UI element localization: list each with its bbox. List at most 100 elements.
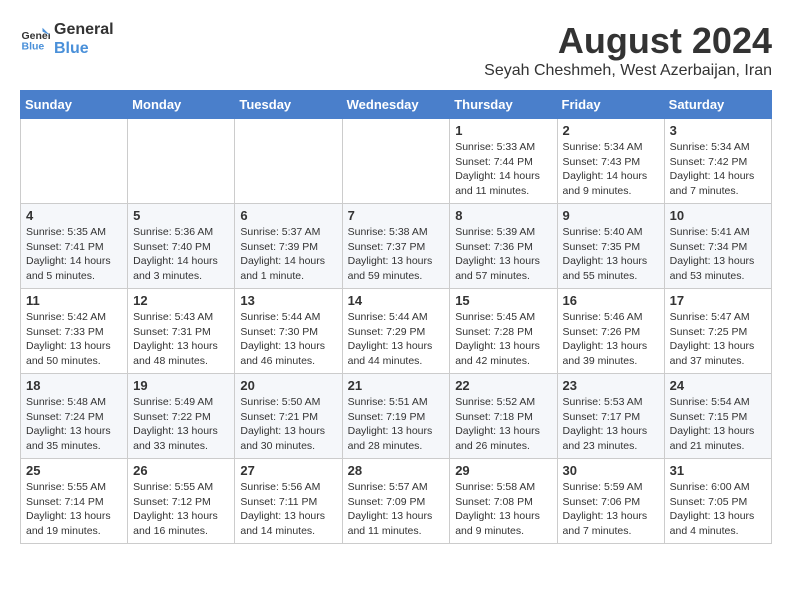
calendar-cell: 17Sunrise: 5:47 AM Sunset: 7:25 PM Dayli… — [664, 289, 771, 374]
day-info: Sunrise: 5:51 AM Sunset: 7:19 PM Dayligh… — [348, 395, 445, 454]
day-info: Sunrise: 5:58 AM Sunset: 7:08 PM Dayligh… — [455, 480, 551, 539]
calendar-cell: 14 Sunrise: 5:44 AM Sunset: 7:29 PM Dayli… — [342, 289, 450, 374]
day-info: Sunrise: 5:50 AM Sunset: 7:21 PM Dayligh… — [240, 395, 336, 454]
day-number: 20 — [240, 378, 336, 393]
calendar-cell: 23 Sunrise: 5:53 AM Sunset: 7:17 PM Dayli… — [557, 374, 664, 459]
calendar-cell: 2Sunrise: 5:34 AM Sunset: 7:43 PM Daylig… — [557, 119, 664, 204]
day-number: 1 — [455, 123, 551, 138]
calendar-cell: 27 Sunrise: 5:56 AM Sunset: 7:11 PM Dayli… — [235, 459, 342, 544]
logo-icon: General Blue — [20, 24, 50, 54]
day-info: Sunrise: 5:33 AM Sunset: 7:44 PM Dayligh… — [455, 140, 551, 199]
day-number: 17 — [670, 293, 766, 308]
column-header-monday: Monday — [128, 91, 235, 119]
calendar-cell — [21, 119, 128, 204]
calendar-cell: 16 Sunrise: 5:46 AM Sunset: 7:26 PM Dayli… — [557, 289, 664, 374]
calendar-cell — [128, 119, 235, 204]
day-info: Sunrise: 5:54 AM Sunset: 7:15 PM Dayligh… — [670, 395, 766, 454]
day-info: Sunrise: 5:40 AM Sunset: 7:35 PM Dayligh… — [563, 225, 659, 284]
calendar-cell: 1 Sunrise: 5:33 AM Sunset: 7:44 PM Daylig… — [450, 119, 557, 204]
title-block: August 2024 Seyah Cheshmeh, West Azerbai… — [484, 20, 772, 80]
day-info: Sunrise: 5:55 AM Sunset: 7:12 PM Dayligh… — [133, 480, 229, 539]
day-info: Sunrise: 5:38 AM Sunset: 7:37 PM Dayligh… — [348, 225, 445, 284]
week-row-5: 25Sunrise: 5:55 AM Sunset: 7:14 PM Dayli… — [21, 459, 772, 544]
calendar-cell: 29 Sunrise: 5:58 AM Sunset: 7:08 PM Dayli… — [450, 459, 557, 544]
calendar-cell: 10 Sunrise: 5:41 AM Sunset: 7:34 PM Dayli… — [664, 204, 771, 289]
day-info: Sunrise: 5:57 AM Sunset: 7:09 PM Dayligh… — [348, 480, 445, 539]
column-header-wednesday: Wednesday — [342, 91, 450, 119]
day-info: Sunrise: 5:44 AM Sunset: 7:30 PM Dayligh… — [240, 310, 336, 369]
day-number: 31 — [670, 463, 766, 478]
month-year-title: August 2024 — [484, 20, 772, 62]
calendar-cell: 13 Sunrise: 5:44 AM Sunset: 7:30 PM Dayli… — [235, 289, 342, 374]
day-number: 15 — [455, 293, 551, 308]
day-number: 10 — [670, 208, 766, 223]
day-number: 25 — [26, 463, 122, 478]
calendar-cell: 4 Sunrise: 5:35 AM Sunset: 7:41 PM Daylig… — [21, 204, 128, 289]
day-number: 26 — [133, 463, 229, 478]
column-header-sunday: Sunday — [21, 91, 128, 119]
day-number: 23 — [563, 378, 659, 393]
day-number: 14 — [348, 293, 445, 308]
calendar-cell — [342, 119, 450, 204]
calendar-cell: 9 Sunrise: 5:40 AM Sunset: 7:35 PM Daylig… — [557, 204, 664, 289]
day-number: 11 — [26, 293, 122, 308]
calendar-cell: 12Sunrise: 5:43 AM Sunset: 7:31 PM Dayli… — [128, 289, 235, 374]
day-info: Sunrise: 5:49 AM Sunset: 7:22 PM Dayligh… — [133, 395, 229, 454]
day-info: Sunrise: 5:46 AM Sunset: 7:26 PM Dayligh… — [563, 310, 659, 369]
calendar-cell: 20 Sunrise: 5:50 AM Sunset: 7:21 PM Dayli… — [235, 374, 342, 459]
column-header-saturday: Saturday — [664, 91, 771, 119]
logo: General Blue General Blue — [20, 20, 114, 58]
day-number: 4 — [26, 208, 122, 223]
day-number: 22 — [455, 378, 551, 393]
day-info: Sunrise: 5:59 AM Sunset: 7:06 PM Dayligh… — [563, 480, 659, 539]
day-info: Sunrise: 5:45 AM Sunset: 7:28 PM Dayligh… — [455, 310, 551, 369]
column-header-friday: Friday — [557, 91, 664, 119]
logo-general: General — [54, 20, 114, 39]
calendar-cell: 21 Sunrise: 5:51 AM Sunset: 7:19 PM Dayli… — [342, 374, 450, 459]
day-number: 30 — [563, 463, 659, 478]
calendar-cell: 8Sunrise: 5:39 AM Sunset: 7:36 PM Daylig… — [450, 204, 557, 289]
calendar-cell: 18 Sunrise: 5:48 AM Sunset: 7:24 PM Dayli… — [21, 374, 128, 459]
calendar-cell: 19 Sunrise: 5:49 AM Sunset: 7:22 PM Dayli… — [128, 374, 235, 459]
day-number: 29 — [455, 463, 551, 478]
day-info: Sunrise: 5:56 AM Sunset: 7:11 PM Dayligh… — [240, 480, 336, 539]
day-number: 7 — [348, 208, 445, 223]
week-row-2: 4 Sunrise: 5:35 AM Sunset: 7:41 PM Daylig… — [21, 204, 772, 289]
day-info: Sunrise: 5:44 AM Sunset: 7:29 PM Dayligh… — [348, 310, 445, 369]
day-info: Sunrise: 6:00 AM Sunset: 7:05 PM Dayligh… — [670, 480, 766, 539]
calendar-cell — [235, 119, 342, 204]
day-info: Sunrise: 5:43 AM Sunset: 7:31 PM Dayligh… — [133, 310, 229, 369]
calendar-table: SundayMondayTuesdayWednesdayThursdayFrid… — [20, 90, 772, 544]
day-info: Sunrise: 5:37 AM Sunset: 7:39 PM Dayligh… — [240, 225, 336, 284]
week-row-3: 11 Sunrise: 5:42 AM Sunset: 7:33 PM Dayli… — [21, 289, 772, 374]
calendar-cell: 11 Sunrise: 5:42 AM Sunset: 7:33 PM Dayli… — [21, 289, 128, 374]
column-header-tuesday: Tuesday — [235, 91, 342, 119]
day-number: 27 — [240, 463, 336, 478]
day-number: 16 — [563, 293, 659, 308]
day-number: 19 — [133, 378, 229, 393]
calendar-cell: 26 Sunrise: 5:55 AM Sunset: 7:12 PM Dayli… — [128, 459, 235, 544]
day-info: Sunrise: 5:42 AM Sunset: 7:33 PM Dayligh… — [26, 310, 122, 369]
day-info: Sunrise: 5:36 AM Sunset: 7:40 PM Dayligh… — [133, 225, 229, 284]
calendar-cell: 31 Sunrise: 6:00 AM Sunset: 7:05 PM Dayli… — [664, 459, 771, 544]
calendar-cell: 22 Sunrise: 5:52 AM Sunset: 7:18 PM Dayli… — [450, 374, 557, 459]
day-info: Sunrise: 5:41 AM Sunset: 7:34 PM Dayligh… — [670, 225, 766, 284]
day-number: 21 — [348, 378, 445, 393]
location-subtitle: Seyah Cheshmeh, West Azerbaijan, Iran — [484, 62, 772, 80]
calendar-cell: 6Sunrise: 5:37 AM Sunset: 7:39 PM Daylig… — [235, 204, 342, 289]
day-info: Sunrise: 5:48 AM Sunset: 7:24 PM Dayligh… — [26, 395, 122, 454]
day-info: Sunrise: 5:35 AM Sunset: 7:41 PM Dayligh… — [26, 225, 122, 284]
calendar-cell: 25Sunrise: 5:55 AM Sunset: 7:14 PM Dayli… — [21, 459, 128, 544]
day-number: 13 — [240, 293, 336, 308]
week-row-1: 1 Sunrise: 5:33 AM Sunset: 7:44 PM Daylig… — [21, 119, 772, 204]
day-number: 9 — [563, 208, 659, 223]
calendar-header-row: SundayMondayTuesdayWednesdayThursdayFrid… — [21, 91, 772, 119]
logo-blue: Blue — [54, 39, 114, 58]
day-info: Sunrise: 5:52 AM Sunset: 7:18 PM Dayligh… — [455, 395, 551, 454]
day-info: Sunrise: 5:53 AM Sunset: 7:17 PM Dayligh… — [563, 395, 659, 454]
day-number: 24 — [670, 378, 766, 393]
week-row-4: 18 Sunrise: 5:48 AM Sunset: 7:24 PM Dayli… — [21, 374, 772, 459]
day-number: 5 — [133, 208, 229, 223]
day-number: 18 — [26, 378, 122, 393]
calendar-cell: 5 Sunrise: 5:36 AM Sunset: 7:40 PM Daylig… — [128, 204, 235, 289]
